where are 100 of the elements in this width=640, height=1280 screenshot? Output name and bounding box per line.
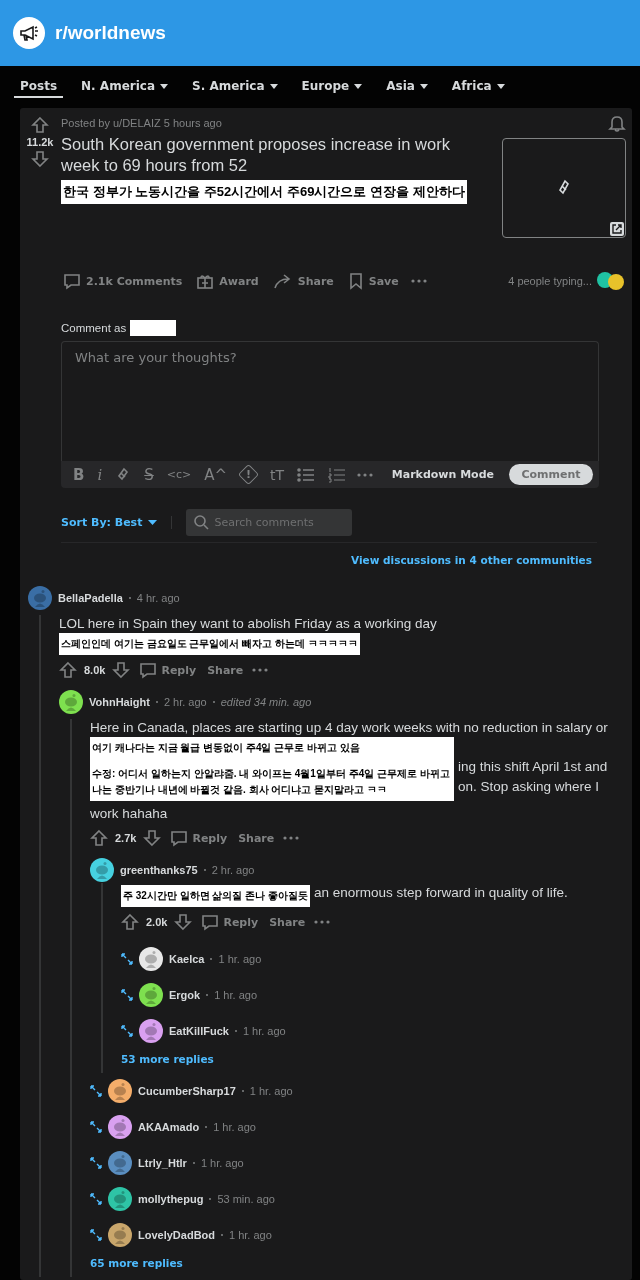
expand-icon[interactable] [90,1157,102,1169]
expand-icon[interactable] [121,953,133,965]
subreddit-logo[interactable] [13,17,45,49]
downvote-icon[interactable] [174,913,193,931]
upvote-icon[interactable] [31,116,49,134]
share-button[interactable]: Share [205,663,246,677]
username[interactable]: VohnHaight [89,696,150,708]
translation-note: 한국 정부가 노동시간을 주52시간에서 주69시간으로 연장을 제안하다 [61,180,467,204]
more-icon[interactable] [283,836,300,840]
typing-indicator: 4 people typing... [508,275,592,287]
share-button[interactable]: Share [236,831,277,845]
nav-tab[interactable]: Europe [295,76,369,98]
redaction-box [130,320,177,336]
code-button[interactable]: <c> [164,463,194,486]
comment-button[interactable]: Comment [509,464,593,485]
caret-icon [148,520,158,525]
downvote-icon[interactable] [143,829,162,847]
comments-button[interactable]: 2.1k Comments [61,270,185,292]
expand-icon[interactable] [90,1085,102,1097]
comment-text: ing this shift April 1st and [458,758,608,776]
expand-icon[interactable] [90,1121,102,1133]
timestamp: 1 hr. ago [200,1157,244,1169]
comment-icon [63,272,81,290]
reply-button[interactable]: Reply [168,829,230,847]
avatar-icon[interactable] [139,947,163,971]
bell-icon [608,114,626,132]
timestamp: 1 hr. ago [242,1025,286,1037]
translation-note: 여기 캐나다는 지금 월급 변동없이 주4일 근무로 바뀌고 있음 수정: 어디서 일하는지 안알랴줌. 내 와이프는 4월1일부터 주4일 근무제로 바뀌고 나는 중반기나 내년에 바뀔것 같음. 회사 어디냐고 묻지말라고 ㅋㅋ [90,737,454,801]
comment-icon [201,913,220,931]
more-options-icon[interactable] [357,472,374,477]
nav-tab[interactable]: Africa [445,76,511,98]
award-button[interactable]: Award [194,270,261,292]
username[interactable]: EatKillFuck [169,1025,229,1037]
other-communities-link[interactable]: View discussions in 4 other communities [345,553,598,567]
avatar-icon[interactable] [139,983,163,1007]
typing-avatars-icon [596,272,626,290]
username[interactable]: greenthanks75 [120,864,198,876]
more-replies-link[interactable]: 65 more replies [90,1257,183,1269]
downvote-icon[interactable] [112,661,131,679]
expand-icon[interactable] [121,1025,133,1037]
username[interactable]: BellaPadella [58,592,123,604]
vote-count: 11.2k [26,136,54,148]
downvote-icon[interactable] [31,150,49,168]
share-button[interactable]: Share [270,270,336,292]
numbered-list-icon [328,466,347,483]
more-icon[interactable] [410,279,427,283]
external-link-icon [610,222,624,236]
nav-tab[interactable]: Asia [380,76,434,98]
strike-button[interactable]: S [142,463,156,486]
more-icon[interactable] [314,920,331,924]
username[interactable]: AKAAmado [138,1121,200,1133]
avatar-icon[interactable] [108,1223,132,1247]
save-button[interactable]: Save [345,270,401,292]
reply-button[interactable]: Reply [137,661,199,679]
avatar-icon[interactable] [108,1115,132,1139]
timestamp: 1 hr. ago [214,989,257,1001]
comment-as-label: Comment as [61,322,127,334]
avatar-icon[interactable] [108,1187,132,1211]
more-replies-link[interactable]: 53 more replies [121,1053,214,1065]
nav-tab[interactable]: S. America [186,76,284,98]
username[interactable]: CucumberSharp17 [138,1085,236,1097]
megaphone-icon [19,24,39,42]
translation-note: 스페인인데 여기는 금요일도 근무일에서 빼자고 하는데 ㅋㅋㅋㅋㅋ [59,633,360,655]
expand-icon[interactable] [90,1193,102,1205]
comment-text: Here in Canada, places are starting up 4 day work weeks with no reduction in salary or [90,719,609,737]
link-thumbnail[interactable] [502,138,626,238]
share-icon [272,272,293,290]
avatar-icon[interactable] [90,858,114,882]
super-button[interactable]: A^ [202,463,230,486]
comment-text: an enormous step forward in quality of life. [314,884,568,902]
heading-button[interactable]: tT [268,463,287,486]
comment-icon [170,829,189,847]
avatar-icon[interactable] [139,1019,163,1043]
expand-icon[interactable] [90,1229,102,1241]
username[interactable]: LovelyDadBod [138,1229,215,1241]
nav-tab[interactable]: Posts [14,76,64,98]
sort-dropdown[interactable]: Sort By: Best [61,516,173,529]
markdown-mode-button[interactable]: Markdown Mode [385,467,500,482]
search-icon [193,514,210,530]
username[interactable]: mollythepug [138,1193,204,1205]
comment-field[interactable]: What are your thoughts? [61,341,599,461]
bold-button[interactable]: B [71,463,87,486]
expand-icon[interactable] [121,989,133,1001]
search-field[interactable]: Search comments [186,509,353,536]
username[interactable]: Kaelca [169,953,205,965]
avatar-icon[interactable] [59,690,83,714]
avatar-icon[interactable] [108,1079,132,1103]
more-icon[interactable] [252,668,269,672]
upvote-icon[interactable] [121,913,139,931]
username[interactable]: Ltrly_Htlr [138,1157,187,1169]
username[interactable]: Ergok [169,989,201,1001]
upvote-icon[interactable] [90,829,108,847]
post-title[interactable]: South Korean government proposes increase in work week to 69 hours from 52 [61,134,490,176]
nav-tab[interactable]: N. America [75,76,174,98]
italic-button[interactable]: i [95,463,105,486]
upvote-icon[interactable] [59,661,77,679]
share-button[interactable]: Share [267,915,308,929]
reply-button[interactable]: Reply [199,913,261,931]
timestamp: 4 hr. ago [136,592,180,604]
vote-count: 2.7k [115,832,137,844]
